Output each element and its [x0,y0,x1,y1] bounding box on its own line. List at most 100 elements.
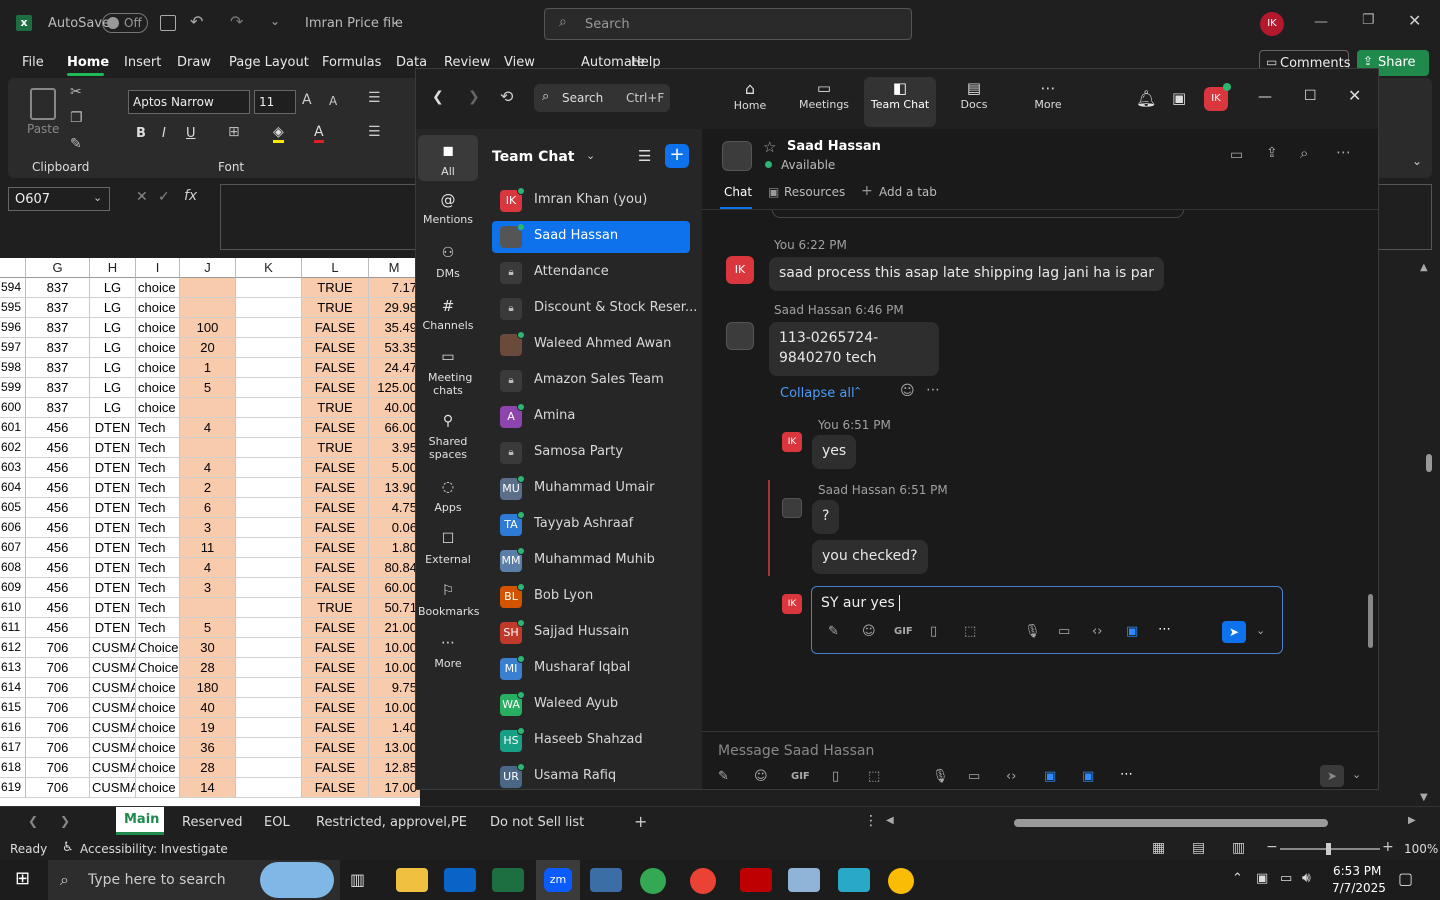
favorite-star-icon[interactable]: ☆ [763,138,776,156]
row-header[interactable]: 603 [0,458,26,478]
contact-item[interactable]: BL Bob Lyon [492,581,690,613]
cell-j[interactable]: 20 [180,338,236,358]
message-more-icon[interactable]: ⋯ [926,382,940,398]
zoom-minimize-icon[interactable]: — [1258,89,1272,105]
notifications-bell-icon[interactable]: 🔔︎ [1136,89,1156,108]
cell-l[interactable]: FALSE [302,418,369,438]
cell-l[interactable]: FALSE [302,358,369,378]
row-header[interactable]: 614 [0,678,26,698]
hscroll-thumb[interactable] [1014,819,1328,827]
thread-reply-composer[interactable]: SY aur yes ✎ ☺ GIF ▯ ⬚ 🎙︎ ▭ ‹› ▣ ⋯ ➤ ⌄ [811,586,1283,654]
cell-l[interactable]: FALSE [302,578,369,598]
font-color-icon[interactable]: A [314,124,324,143]
cell-h[interactable]: LG [90,358,136,378]
cell-k[interactable] [236,598,302,618]
cell-h[interactable]: DTEN [90,618,136,638]
formula-input[interactable] [220,184,420,250]
chat-partner-avatar[interactable] [722,141,752,171]
cell-h[interactable]: CUSMAN [90,678,136,698]
cell-h[interactable]: LG [90,338,136,358]
cell-m[interactable]: 3.95 [369,438,420,458]
cell-g[interactable]: 706 [26,698,90,718]
cell-h[interactable]: DTEN [90,458,136,478]
cell-g[interactable]: 456 [26,438,90,458]
cell-m[interactable]: 80.84 [369,558,420,578]
cell-l[interactable]: FALSE [302,658,369,678]
cell-i[interactable]: choice [136,318,180,338]
close-icon[interactable]: ✕ [1408,11,1421,30]
column-header-k[interactable]: K [236,258,302,278]
rail-more[interactable]: ⋯ More [418,635,478,670]
composer-code-icon[interactable]: ‹› [1006,769,1016,784]
composer-send-button[interactable]: ➤ [1320,765,1344,787]
composer-send-chevron-icon[interactable]: ⌄ [1352,768,1361,781]
chat-search-icon[interactable]: ⌕ [1300,144,1308,162]
hscroll-right-icon[interactable]: ▶ [1408,815,1416,826]
excel-search-box[interactable]: ⌕ Search [544,8,912,40]
borders-icon[interactable]: ⊞ [228,124,240,140]
gif-icon[interactable]: GIF [894,626,913,637]
accessibility-status[interactable]: Accessibility: Investigate [80,842,228,856]
cell-m[interactable]: 13.90 [369,478,420,498]
cell-h[interactable]: CUSMAN [90,778,136,798]
row-header[interactable]: 599 [0,378,26,398]
cell-g[interactable]: 456 [26,498,90,518]
cell-l[interactable]: FALSE [302,378,369,398]
cell-j[interactable]: 4 [180,458,236,478]
menu-file[interactable]: File [22,55,44,70]
contact-item[interactable]: TA Tayyab Ashraaf [492,509,690,541]
composer-video-icon[interactable]: ▭ [968,769,980,784]
autosave-toggle[interactable]: Off [102,13,148,33]
code-snippet-icon[interactable]: ‹› [1092,624,1102,639]
page-break-view-icon[interactable]: ▥ [1232,840,1245,856]
row-header[interactable]: 597 [0,338,26,358]
zoom-maximize-icon[interactable]: ☐ [1304,88,1317,104]
composer-file-icon[interactable]: ▯ [832,769,839,784]
cell-g[interactable]: 456 [26,598,90,618]
row-header[interactable]: 594 [0,278,26,298]
cell-h[interactable]: DTEN [90,498,136,518]
column-header-j[interactable]: J [180,258,236,278]
sheet-tab-do-not-sell[interactable]: Do not Sell list [490,815,584,830]
zoom-level[interactable]: 100% [1404,842,1438,856]
cell-k[interactable] [236,358,302,378]
row-header[interactable]: 604 [0,478,26,498]
cell-g[interactable]: 456 [26,418,90,438]
cell-k[interactable] [236,298,302,318]
reply2-bubble-a[interactable]: ? [812,500,840,534]
row-header[interactable]: 607 [0,538,26,558]
cell-l[interactable]: FALSE [302,478,369,498]
cell-l[interactable]: FALSE [302,698,369,718]
vscroll-down-icon[interactable]: ▼ [1420,792,1428,803]
cell-k[interactable] [236,658,302,678]
cell-m[interactable]: 12.85 [369,758,420,778]
cell-i[interactable]: choice [136,758,180,778]
rail-apps[interactable]: ◌ Apps [418,479,478,514]
zoom-close-icon[interactable]: ✕ [1348,86,1361,105]
nav-docs[interactable]: ▤ Docs [942,79,1006,123]
cell-j[interactable]: 36 [180,738,236,758]
cell-k[interactable] [236,398,302,418]
notification-center-icon[interactable]: ▢ [1398,869,1413,888]
cut-icon[interactable]: ✂ [70,84,82,100]
align-top-icon[interactable]: ☰ [368,90,381,106]
taskbar-search-box[interactable]: ⌕ Type here to search [48,860,340,900]
shrink-font-icon[interactable]: A [329,94,337,108]
cell-h[interactable]: LG [90,278,136,298]
cell-l[interactable]: FALSE [302,718,369,738]
sheet-tab-reserved[interactable]: Reserved [182,815,243,830]
contact-item[interactable]: 🔒︎ Discount & Stock Reser... [492,293,697,325]
cell-j[interactable]: 30 [180,638,236,658]
cancel-formula-icon[interactable]: ✕ [136,189,148,205]
composer-more-icon[interactable]: ⋯ [1120,767,1133,782]
contact-item[interactable]: WA Waleed Ayub [492,689,690,721]
cell-g[interactable]: 837 [26,378,90,398]
menu-insert[interactable]: Insert [124,55,161,70]
cell-j[interactable]: 5 [180,378,236,398]
cell-j[interactable]: 100 [180,318,236,338]
contact-item[interactable]: Waleed Ahmed Awan [492,329,690,361]
tray-chevron-icon[interactable]: ⌃ [1232,871,1243,886]
sheet-tab-eol[interactable]: EOL [264,815,290,830]
task-view-icon[interactable]: ▥ [350,870,365,889]
cell-g[interactable]: 837 [26,278,90,298]
